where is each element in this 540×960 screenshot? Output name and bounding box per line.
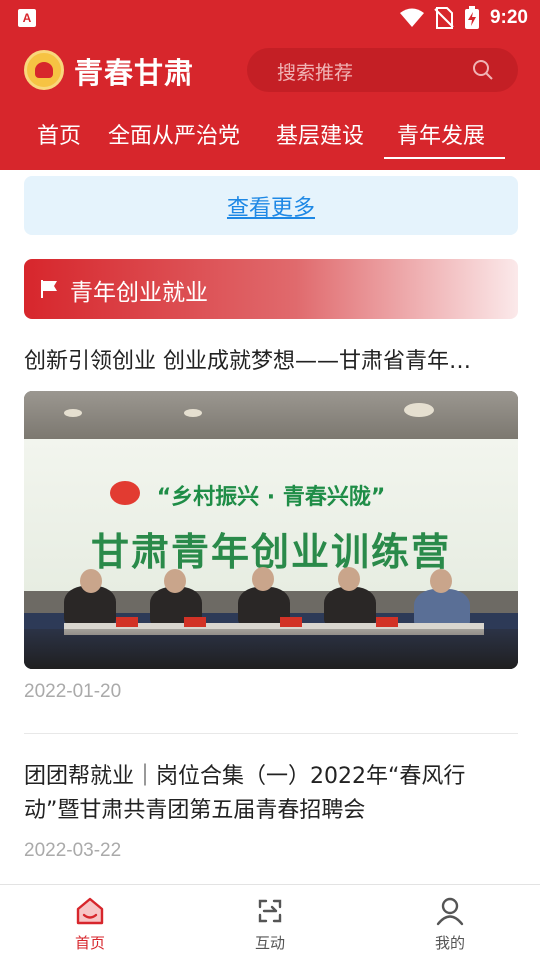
article-date: 2022-03-22 [24, 840, 122, 861]
bottom-tab-label: 互动 [254, 934, 285, 952]
search-input[interactable]: 搜索推荐 [247, 48, 518, 92]
section-header: 青年创业就业 [24, 259, 518, 319]
app-header: 青春甘肃 搜索推荐 首页 全面从严治党 基层建设 青年发展 [0, 36, 540, 170]
app-logo [24, 50, 64, 90]
active-tab-indicator [384, 157, 505, 159]
status-icons: 9:20 [399, 0, 528, 36]
photo-person-head [252, 567, 274, 591]
bottom-tab-label: 我的 [434, 934, 465, 952]
see-more-panel[interactable]: 查看更多 [24, 176, 518, 235]
bottom-tab-interact[interactable]: 互动 [180, 885, 360, 960]
category-tabs: 首页 全面从严治党 基层建设 青年发展 [0, 114, 540, 170]
photo-lamp [404, 403, 434, 417]
flag-icon [41, 280, 57, 298]
bottom-tab-home[interactable]: 首页 [0, 885, 180, 960]
photo-nameplate [116, 617, 138, 627]
photo-audience [24, 629, 518, 669]
article-title[interactable]: 创新引领创业 创业成就梦想——甘肃省青年… [24, 345, 518, 379]
article-title[interactable]: 团团帮就业｜岗位合集（一）2022年“春风行动”暨甘肃共青团第五届青春招聘会 [24, 760, 518, 828]
photo-person-head [80, 569, 102, 593]
search-placeholder: 搜索推荐 [277, 62, 354, 84]
photo-nameplate [280, 617, 302, 627]
status-bar: A 9:20 [0, 0, 540, 36]
bottom-tab-bar: 首页 互动 我的 [0, 884, 540, 960]
photo-lamp [64, 409, 82, 417]
bottom-tab-profile[interactable]: 我的 [360, 885, 540, 960]
photo-lamp [184, 409, 202, 417]
status-time: 9:20 [489, 7, 528, 28]
article-date: 2022-01-20 [24, 681, 122, 702]
tab-youth-development[interactable]: 青年发展 [397, 118, 485, 150]
tab-party-discipline[interactable]: 全面从严治党 [108, 118, 240, 150]
photo-ceiling [24, 391, 518, 439]
section-title: 青年创业就业 [70, 280, 208, 306]
app-title: 青春甘肃 [74, 56, 195, 90]
photo-person-head [164, 569, 186, 593]
no-sim-icon [434, 7, 454, 29]
interact-icon [258, 899, 282, 923]
photo-person-head [338, 567, 360, 591]
profile-icon [436, 897, 464, 926]
tab-home[interactable]: 首页 [37, 118, 81, 150]
photo-banner-title: 甘肃青年创业训练营 [90, 529, 451, 574]
wifi-icon [399, 8, 424, 27]
battery-charging-icon [464, 6, 479, 29]
photo-banner-slogan: “乡村振兴 · 青春兴陇” [156, 485, 386, 510]
photo-nameplate [376, 617, 398, 627]
see-more-link[interactable]: 查看更多 [24, 190, 518, 222]
tab-grassroots[interactable]: 基层建设 [276, 118, 364, 150]
bottom-tab-label: 首页 [74, 934, 105, 952]
photo-nameplate [184, 617, 206, 627]
divider [24, 733, 518, 734]
search-icon[interactable] [472, 59, 494, 81]
app-notification-icon: A [18, 9, 36, 27]
article-image[interactable]: “乡村振兴 · 青春兴陇” 甘肃青年创业训练营 [24, 391, 518, 669]
home-icon [76, 897, 104, 925]
photo-person [324, 587, 376, 627]
photo-person-head [430, 569, 452, 593]
